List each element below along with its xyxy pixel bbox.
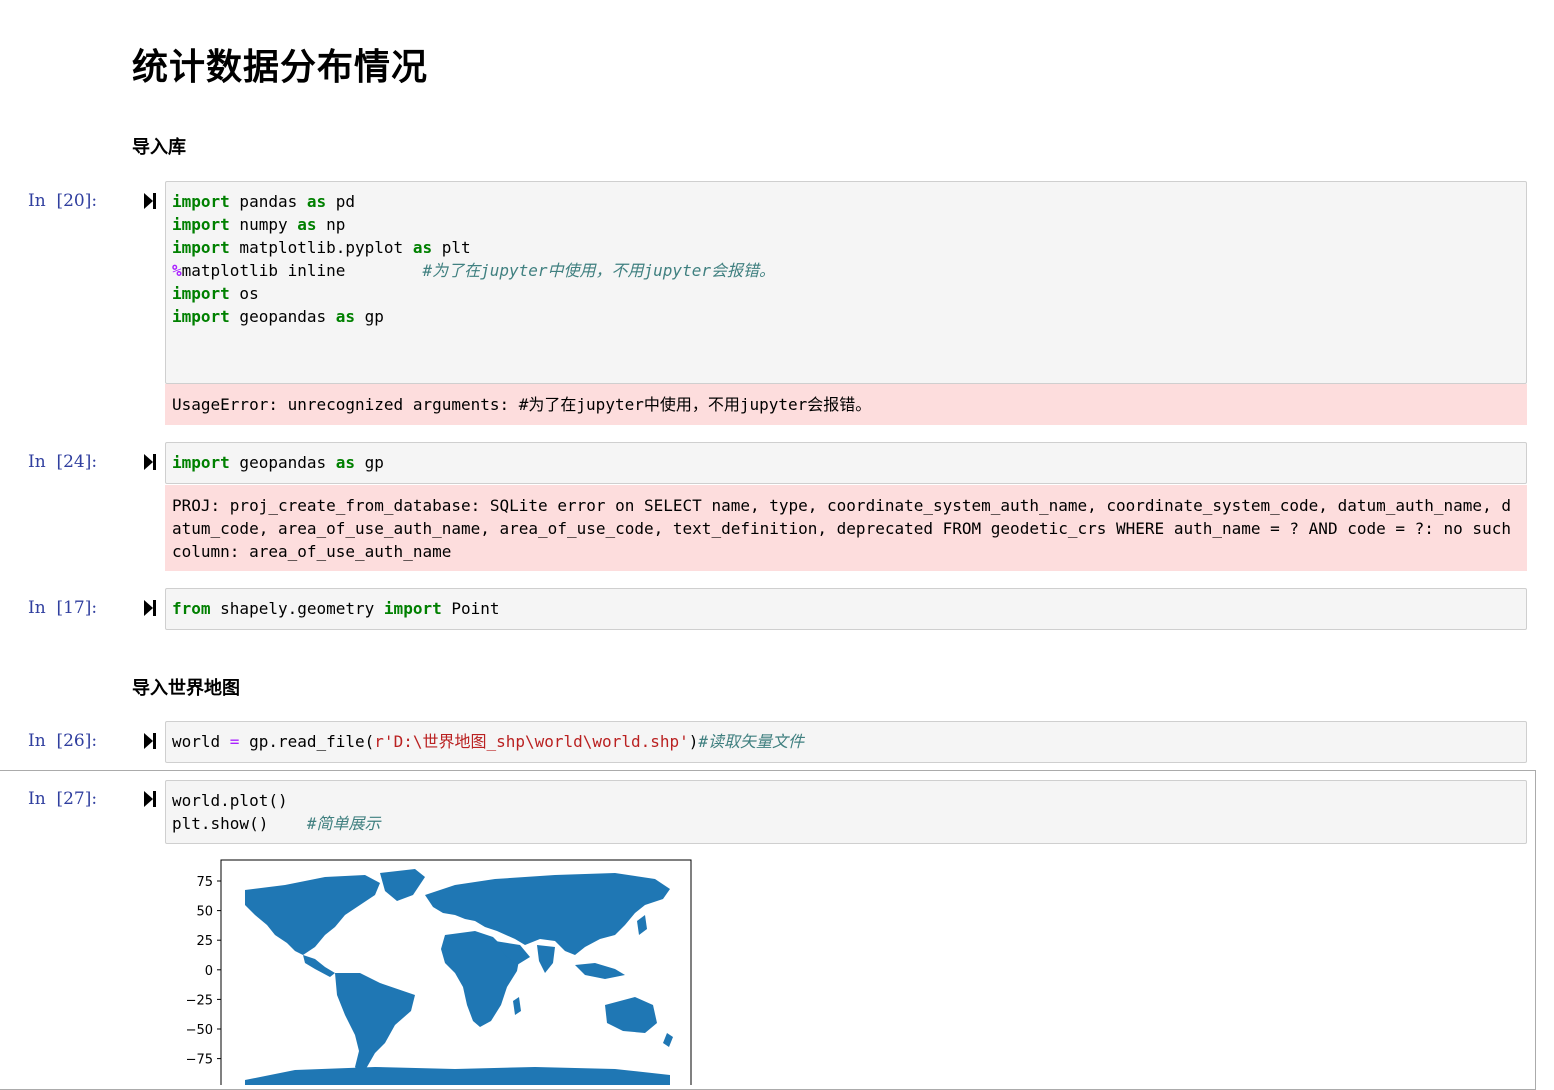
code-line: import os	[172, 284, 259, 303]
y-tick-label: −25	[186, 993, 213, 1008]
code-line: import geopandas as gp	[172, 307, 384, 326]
code-cell-input[interactable]: world.plot() plt.show() #简单展示	[165, 780, 1527, 844]
code-cell-input[interactable]: import pandas as pd import numpy as np imp…	[165, 181, 1527, 384]
code-line: import matplotlib.pyplot as plt	[172, 238, 471, 257]
run-cell-icon[interactable]	[143, 732, 157, 750]
y-tick-label: −50	[186, 1023, 213, 1038]
cell-prompt: In [20]:	[28, 191, 98, 211]
world-map-plot-output: 75 50 25 0 −25 −50 −75	[175, 855, 705, 1090]
run-cell-icon[interactable]	[143, 790, 157, 808]
run-cell-icon[interactable]	[143, 453, 157, 471]
cell-prompt: In [27]:	[28, 789, 98, 809]
y-tick-label: 25	[196, 934, 213, 949]
y-tick-label: 0	[205, 964, 213, 979]
y-tick-label: 75	[196, 875, 213, 890]
error-output: UsageError: unrecognized arguments: #为了在…	[165, 384, 1527, 425]
world-map-figure: 75 50 25 0 −25 −50 −75	[186, 859, 692, 1090]
error-output: PROJ: proj_create_from_database: SQLite …	[165, 485, 1527, 571]
cell-prompt: In [24]:	[28, 452, 98, 472]
code-line: plt.show() #简单展示	[172, 814, 381, 833]
y-tick-label: 50	[196, 905, 213, 920]
code-line: import numpy as np	[172, 215, 346, 234]
code-line: %matplotlib inline #为了在jupyter中使用，不用jupy…	[172, 261, 775, 280]
section-heading-import-world-map: 导入世界地图	[132, 678, 240, 699]
page-title: 统计数据分布情况	[132, 47, 429, 88]
section-heading-import-libs: 导入库	[132, 137, 186, 158]
code-line: import pandas as pd	[172, 192, 356, 211]
run-cell-icon[interactable]	[143, 599, 157, 617]
cell-prompt: In [17]:	[28, 598, 98, 618]
run-cell-icon[interactable]	[143, 192, 157, 210]
code-cell-input[interactable]: world = gp.read_file(r'D:\世界地图_shp\world…	[165, 721, 1527, 763]
code-line: world.plot()	[172, 791, 288, 810]
code-cell-input[interactable]: import geopandas as gp	[165, 442, 1527, 484]
code-line: import geopandas as gp	[172, 453, 384, 472]
code-cell-input[interactable]: from shapely.geometry import Point	[165, 588, 1527, 630]
code-line: world = gp.read_file(r'D:\世界地图_shp\world…	[172, 732, 805, 751]
y-tick-label: −75	[186, 1053, 213, 1068]
code-line: from shapely.geometry import Point	[172, 599, 500, 618]
cell-prompt: In [26]:	[28, 731, 98, 751]
